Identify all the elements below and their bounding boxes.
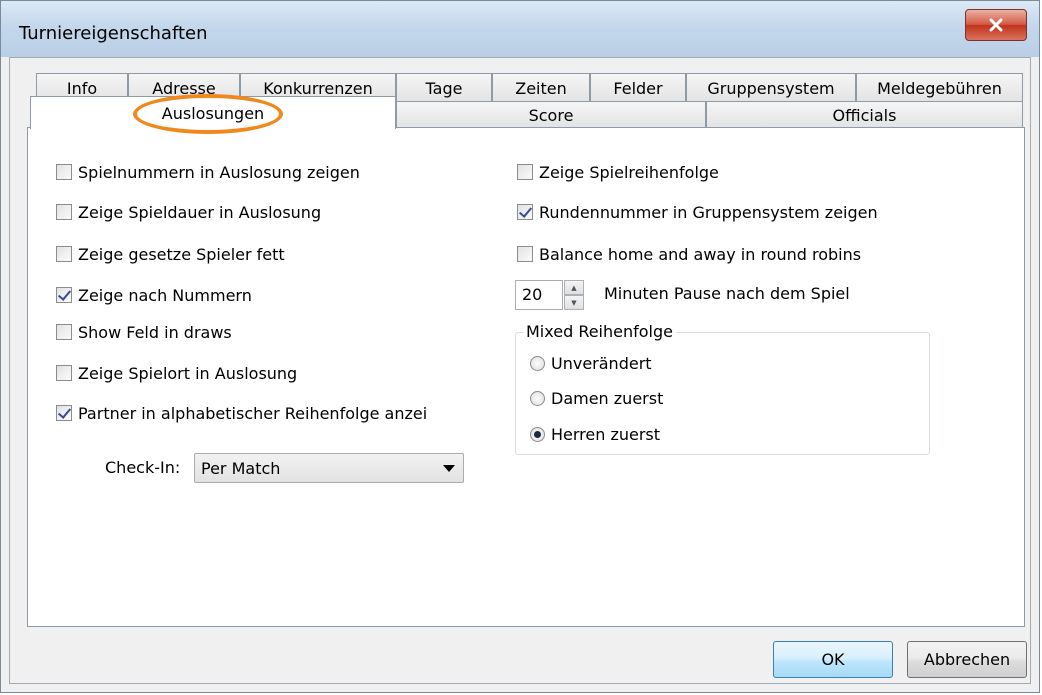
chevron-down-icon: ▼ xyxy=(571,298,577,307)
option-nach-nummern[interactable]: Zeige nach Nummern xyxy=(56,284,252,306)
close-button[interactable] xyxy=(965,9,1027,41)
spin-up-button[interactable]: ▲ xyxy=(564,280,584,295)
option-label: Zeige nach Nummern xyxy=(78,285,252,305)
tab-label: Konkurrenzen xyxy=(263,78,373,98)
radio-button[interactable] xyxy=(530,390,545,406)
tab-label: Officials xyxy=(832,105,897,125)
checkbox[interactable] xyxy=(56,365,72,381)
option-show-feld[interactable]: Show Feld in draws xyxy=(56,321,232,343)
option-label: Zeige Spielort in Auslosung xyxy=(78,363,298,383)
tab-label: Score xyxy=(528,105,574,125)
tab-score[interactable]: Score xyxy=(396,101,706,128)
tab-auslosungen[interactable]: Auslosungen xyxy=(30,96,396,129)
option-spielort[interactable]: Zeige Spielort in Auslosung xyxy=(56,362,297,384)
tab-label: Felder xyxy=(613,78,663,98)
option-label: Spielnummern in Auslosung zeigen xyxy=(78,162,360,182)
pause-minutes-input[interactable]: 20 xyxy=(515,280,563,310)
option-label: Zeige Spielreihenfolge xyxy=(539,162,719,182)
option-partner-alphabetisch[interactable]: Partner in alphabetischer Reihenfolge an… xyxy=(56,402,427,424)
radio-label: Herren zuerst xyxy=(551,424,661,444)
checkbox[interactable] xyxy=(517,204,533,220)
option-label: Partner in alphabetischer Reihenfolge an… xyxy=(78,403,428,423)
radio-button[interactable] xyxy=(530,426,545,442)
checkbox[interactable] xyxy=(56,164,72,180)
cancel-button[interactable]: Abbrechen xyxy=(907,641,1027,678)
tab-meldegebuehren[interactable]: Meldegebühren xyxy=(856,73,1023,102)
checkbox[interactable] xyxy=(56,405,72,421)
radio-button[interactable] xyxy=(530,355,545,371)
option-gesetze-spieler[interactable]: Zeige gesetze Spieler fett xyxy=(56,243,285,265)
radio-label: Damen zuerst xyxy=(551,388,664,408)
checkin-label: Check-In: xyxy=(105,458,181,477)
tab-label: Gruppensystem xyxy=(707,78,835,98)
tab-tage[interactable]: Tage xyxy=(396,73,492,102)
chevron-up-icon: ▲ xyxy=(571,283,577,292)
checkbox[interactable] xyxy=(56,246,72,262)
tab-label: Auslosungen xyxy=(161,103,265,123)
radio-herren-zuerst[interactable]: Herren zuerst xyxy=(530,423,660,445)
radio-unveraendert[interactable]: Unverändert xyxy=(530,352,652,374)
checkin-select[interactable]: Per Match xyxy=(194,453,464,483)
tab-zeiten[interactable]: Zeiten xyxy=(492,73,590,102)
tab-label: Zeiten xyxy=(515,78,567,98)
radio-damen-zuerst[interactable]: Damen zuerst xyxy=(530,387,663,409)
option-label: Balance home and away in round robins xyxy=(539,244,862,264)
title-bar: Turniereigenschaften xyxy=(1,1,1039,57)
option-label: Zeige gesetze Spieler fett xyxy=(78,244,285,264)
radio-label: Unverändert xyxy=(551,353,652,373)
pause-spinner: ▲ ▼ xyxy=(564,280,584,310)
tab-officials[interactable]: Officials xyxy=(706,101,1023,128)
mixed-order-title: Mixed Reihenfolge xyxy=(523,322,676,341)
tab-gruppensystem[interactable]: Gruppensystem xyxy=(686,73,856,102)
checkbox[interactable] xyxy=(56,204,72,220)
option-spieldauer[interactable]: Zeige Spieldauer in Auslosung xyxy=(56,201,321,223)
option-label: Zeige Spieldauer in Auslosung xyxy=(78,202,322,222)
tab-label: Tage xyxy=(425,78,463,98)
checkbox[interactable] xyxy=(56,287,72,303)
tab-label: Adresse xyxy=(152,78,216,98)
checkbox[interactable] xyxy=(517,164,533,180)
option-spielnummern[interactable]: Spielnummern in Auslosung zeigen xyxy=(56,161,360,183)
tab-felder[interactable]: Felder xyxy=(590,73,686,102)
option-label: Show Feld in draws xyxy=(78,322,232,342)
pause-label: Minuten Pause nach dem Spiel xyxy=(604,284,850,303)
option-rundennummer[interactable]: Rundennummer in Gruppensystem zeigen xyxy=(517,201,878,223)
option-spielreihenfolge[interactable]: Zeige Spielreihenfolge xyxy=(517,161,719,183)
checkin-value: Per Match xyxy=(201,458,281,478)
checkbox[interactable] xyxy=(517,246,533,262)
window-title: Turniereigenschaften xyxy=(19,23,208,44)
option-balance-home-away[interactable]: Balance home and away in round robins xyxy=(517,243,861,265)
ok-button[interactable]: OK xyxy=(773,641,893,678)
tab-label: Meldegebühren xyxy=(877,78,1002,98)
tab-label: Info xyxy=(66,78,98,98)
spin-down-button[interactable]: ▼ xyxy=(564,295,584,310)
option-label: Rundennummer in Gruppensystem zeigen xyxy=(539,202,878,222)
close-icon xyxy=(989,18,1003,32)
chevron-down-icon xyxy=(443,465,455,472)
checkbox[interactable] xyxy=(56,324,72,340)
